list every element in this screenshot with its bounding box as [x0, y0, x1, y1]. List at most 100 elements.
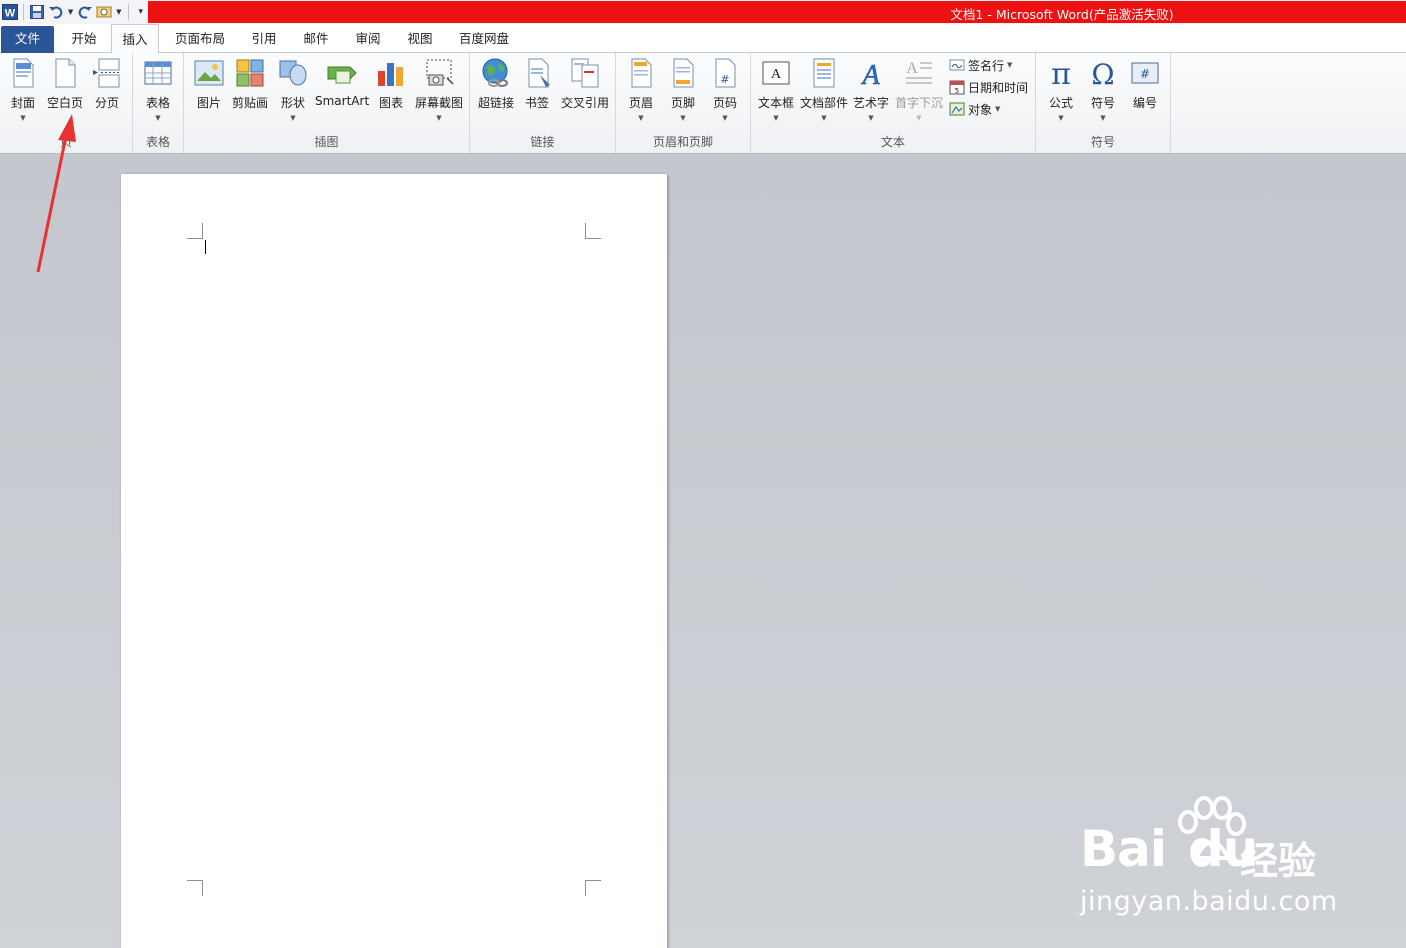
chart-icon	[378, 63, 403, 86]
tab-file[interactable]: 文件	[1, 26, 54, 53]
group-text: A 文本框 ▼ 文档部件 ▼ A 艺术字 ▼ A 首字下沉 ▼ 签名行 ▼ 5 …	[751, 53, 1036, 153]
drop-cap-label: 首字下沉	[894, 96, 943, 110]
calendar-icon: 5	[949, 80, 965, 95]
clip-art-icon	[236, 59, 264, 87]
customize-icon[interactable]	[96, 4, 112, 20]
cover-page-button[interactable]: 封面 ▼	[6, 57, 40, 123]
globe-icon	[482, 58, 508, 87]
pi-icon: π	[1051, 57, 1071, 89]
customize-dropdown-icon[interactable]: ▼	[115, 4, 122, 20]
header-button[interactable]: 页眉 ▼	[624, 57, 658, 123]
footer-button[interactable]: 页脚 ▼	[666, 57, 700, 123]
wordart-button[interactable]: A 艺术字 ▼	[852, 57, 890, 123]
cover-page-label: 封面	[10, 96, 35, 110]
title-strip: 文档1 - Microsoft Word(产品激活失败)	[148, 1, 1406, 23]
page-number-button[interactable]: # 页码 ▼	[708, 57, 742, 123]
shapes-button[interactable]: 形状 ▼	[276, 57, 310, 123]
document-page[interactable]	[121, 174, 667, 948]
save-icon[interactable]	[29, 4, 45, 20]
baidu-watermark: Bai du 经验 jingyan.baidu.com	[1080, 796, 1350, 926]
number-icon: #	[1131, 62, 1159, 84]
chevron-down-icon: ▼	[20, 114, 26, 122]
chevron-down-icon: ▼	[821, 114, 827, 122]
screenshot-button[interactable]: 屏幕截图 ▼	[413, 57, 465, 123]
shapes-icon	[279, 60, 307, 86]
tab-review[interactable]: 审阅	[347, 24, 389, 53]
footer-label: 页脚	[670, 96, 695, 110]
symbol-button[interactable]: Ω 符号 ▼	[1086, 57, 1120, 123]
blank-page-icon	[55, 58, 76, 88]
redo-icon[interactable]	[77, 4, 93, 20]
number-label: 编号	[1132, 96, 1157, 110]
picture-label: 图片	[196, 96, 221, 110]
text-box-button[interactable]: A 文本框 ▼	[757, 57, 795, 123]
margin-corner-top-left	[187, 223, 203, 239]
text-cursor	[205, 240, 206, 254]
date-time-label: 日期和时间	[968, 80, 1029, 95]
number-button[interactable]: # 编号	[1128, 57, 1162, 111]
table-button[interactable]: 表格 ▼	[141, 57, 175, 123]
chart-label: 图表	[378, 96, 403, 110]
cover-page-icon	[13, 58, 34, 88]
signature-line-icon	[949, 59, 965, 71]
tab-baidu-netdisk[interactable]: 百度网盘	[452, 24, 516, 53]
smartart-button[interactable]: SmartArt	[315, 57, 369, 108]
quick-access-toolbar: W ▼ ▼ ▾	[0, 0, 148, 24]
tab-insert[interactable]: 插入	[111, 24, 159, 54]
undo-icon[interactable]	[48, 4, 64, 20]
qat-separator	[127, 4, 129, 20]
chevron-down-icon: ▼	[916, 114, 922, 122]
group-label-pages: 页	[59, 135, 72, 149]
tab-mailings[interactable]: 邮件	[295, 24, 337, 53]
equation-button[interactable]: π 公式 ▼	[1044, 57, 1078, 123]
clip-art-label: 剪贴画	[231, 96, 268, 110]
clip-art-button[interactable]: 剪贴画	[230, 57, 270, 111]
tab-page-layout[interactable]: 页面布局	[168, 24, 232, 53]
tab-view[interactable]: 视图	[399, 24, 441, 53]
header-icon	[631, 58, 652, 88]
chart-button[interactable]: 图表	[374, 57, 408, 111]
bookmark-icon	[528, 58, 550, 88]
window-title: 文档1 - Microsoft Word(产品激活失败)	[950, 7, 1174, 22]
watermark-logo-text: Bai	[1080, 820, 1167, 878]
group-label-symbols: 符号	[1090, 135, 1115, 149]
watermark-url: jingyan.baidu.com	[1080, 886, 1338, 917]
ribbon-tabs: 文件 开始 插入 页面布局 引用 邮件 审阅 视图 百度网盘	[0, 24, 1406, 54]
object-label: 对象	[968, 102, 993, 117]
qat-separator	[23, 4, 24, 20]
tab-home[interactable]: 开始	[62, 24, 106, 53]
dropdown-icon[interactable]: ▾	[133, 4, 148, 20]
drop-cap-button[interactable]: A 首字下沉 ▼	[894, 57, 944, 123]
signature-line-button[interactable]: 签名行 ▼	[949, 55, 1012, 75]
cross-reference-button[interactable]: 交叉引用	[558, 57, 612, 111]
word-logo-icon[interactable]: W	[2, 4, 18, 20]
svg-text:W: W	[5, 8, 16, 20]
picture-button[interactable]: 图片	[192, 57, 226, 111]
smartart-label: SmartArt	[315, 94, 370, 108]
hyperlink-button[interactable]: 超链接	[474, 57, 518, 111]
group-label-header-footer: 页眉和页脚	[652, 135, 713, 149]
wordart-label: 艺术字	[852, 96, 889, 110]
group-table: 表格 ▼ 表格	[133, 53, 184, 153]
group-header-footer: 页眉 ▼ 页脚 ▼ # 页码 ▼ 页眉和页脚	[616, 53, 751, 153]
object-button[interactable]: 对象 ▼	[949, 99, 1000, 119]
group-illustrations: 图片 剪贴画 形状 ▼ SmartArt 图表 屏幕截图 ▼ 插图	[184, 53, 470, 153]
screenshot-icon	[426, 59, 454, 86]
screenshot-label: 屏幕截图	[414, 96, 463, 110]
page-break-button[interactable]: 分页	[90, 57, 124, 111]
chevron-down-icon: ▼	[680, 114, 686, 122]
chevron-down-icon: ▼	[773, 114, 779, 122]
group-label-table: 表格	[145, 135, 170, 149]
undo-dropdown-icon[interactable]: ▼	[67, 4, 74, 20]
watermark-logo: Bai du	[1080, 820, 1258, 878]
wordart-icon: A	[860, 60, 881, 89]
chevron-down-icon: ▼	[722, 114, 728, 122]
bookmark-button[interactable]: 书签	[522, 57, 552, 111]
group-label-text: 文本	[880, 135, 905, 149]
chevron-down-icon: ▼	[1007, 61, 1013, 69]
tab-references[interactable]: 引用	[243, 24, 285, 53]
quick-parts-button[interactable]: 文档部件 ▼	[799, 57, 849, 123]
blank-page-button[interactable]: 空白页	[45, 57, 85, 111]
date-time-button[interactable]: 5 日期和时间	[949, 77, 1028, 97]
equation-label: 公式	[1048, 96, 1073, 110]
